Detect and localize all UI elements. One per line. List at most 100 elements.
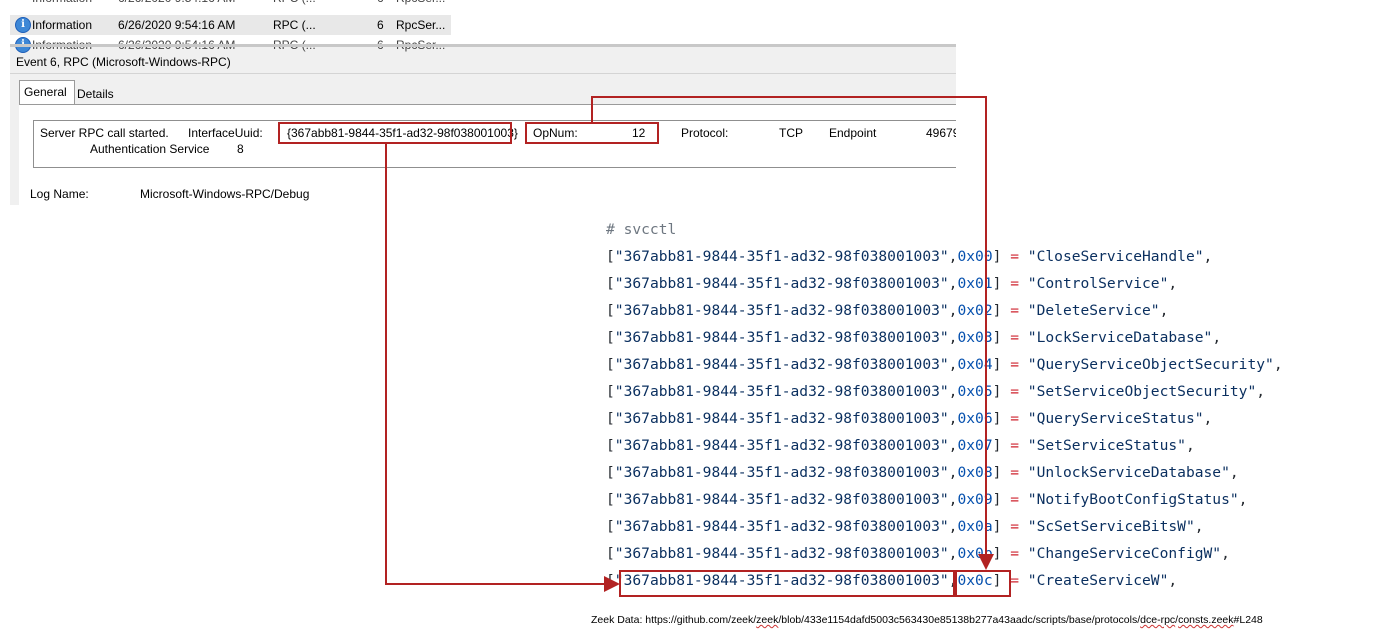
code-punctuation: ,: [1194, 518, 1204, 535]
code-line: ["367abb81-9844-35f1-ad32-98f038001003",…: [606, 491, 1247, 508]
uuid-arrow: [385, 144, 620, 592]
uuid-string: "367abb81-9844-35f1-ad32-98f038001003": [614, 356, 949, 373]
event-row-selected[interactable]: i Information 6/26/2020 9:54:16 AM RPC (…: [10, 15, 956, 35]
code-punctuation: [: [606, 518, 615, 535]
protocol-label: Protocol:: [681, 126, 729, 140]
code-punctuation: =: [1010, 383, 1019, 400]
footer-u3: consts.zeek: [1178, 614, 1234, 626]
uuid-string: "367abb81-9844-35f1-ad32-98f038001003": [614, 410, 949, 427]
code-punctuation: ,: [1212, 329, 1222, 346]
function-name: "DeleteService": [1027, 302, 1160, 319]
function-name: "SetServiceStatus": [1027, 437, 1186, 454]
opnum-hex: 0x01: [957, 275, 993, 292]
footer-mid1: /blob/433e1154dafd5003c563430e85138b277a…: [778, 614, 1141, 626]
code-punctuation: [1019, 356, 1028, 373]
code-punctuation: [1019, 329, 1028, 346]
uuid-match-highlight: [619, 570, 955, 597]
code-punctuation: [1019, 491, 1028, 508]
code-punctuation: [1019, 464, 1028, 481]
event-viewer-window: Information 6/26/2020 9:54:16 AM RPC (..…: [10, 0, 956, 205]
code-punctuation: [: [606, 464, 615, 481]
code-line: ["367abb81-9844-35f1-ad32-98f038001003",…: [606, 302, 1168, 319]
code-punctuation: ]: [992, 545, 1011, 562]
code-punctuation: ]: [992, 302, 1011, 319]
code-punctuation: ]: [992, 275, 1011, 292]
code-punctuation: [1019, 572, 1028, 589]
footer-prefix: Zeek Data: https://github.com/zeek/: [591, 614, 757, 626]
code-punctuation: [1019, 545, 1028, 562]
code-punctuation: ]: [992, 464, 1011, 481]
code-punctuation: ]: [992, 329, 1011, 346]
function-name: "ScSetServiceBitsW": [1027, 518, 1195, 535]
code-punctuation: =: [1010, 410, 1019, 427]
uuid-string: "367abb81-9844-35f1-ad32-98f038001003": [614, 302, 949, 319]
source-footer: Zeek Data: https://github.com/zeek/zeek/…: [591, 614, 1263, 626]
event-source: RPC (...: [273, 0, 316, 8]
tab-general[interactable]: General: [19, 80, 75, 105]
opnum-hex: 0x0a: [957, 518, 993, 535]
code-punctuation: =: [1010, 248, 1019, 265]
code-punctuation: ,: [1256, 383, 1266, 400]
general-panel: Server RPC call started. InterfaceUuid: …: [19, 104, 956, 205]
code-punctuation: ,: [1185, 437, 1195, 454]
code-punctuation: =: [1010, 518, 1019, 535]
function-name: "UnlockServiceDatabase": [1027, 464, 1230, 481]
code-line: ["367abb81-9844-35f1-ad32-98f038001003",…: [606, 329, 1221, 346]
code-punctuation: ,: [1238, 491, 1248, 508]
code-punctuation: ]: [992, 383, 1011, 400]
auth-service-value: 8: [237, 142, 244, 156]
event-category: RpcSer...: [396, 18, 446, 32]
opnum-hex: 0x04: [957, 356, 993, 373]
uuid-string: "367abb81-9844-35f1-ad32-98f038001003": [614, 491, 949, 508]
code-punctuation: ,: [1221, 545, 1230, 562]
footer-u2: dce-rpc: [1140, 614, 1176, 626]
opnum-hex: 0x03: [957, 329, 993, 346]
code-punctuation: ]: [992, 518, 1011, 535]
endpoint-label: Endpoint: [829, 126, 877, 140]
opnum-hex: 0x06: [957, 410, 993, 427]
code-punctuation: [: [606, 302, 615, 319]
opnum-hex: 0x0b: [957, 545, 993, 562]
code-punctuation: ,: [1203, 410, 1213, 427]
code-punctuation: [1019, 383, 1028, 400]
code-line: ["367abb81-9844-35f1-ad32-98f038001003",…: [606, 410, 1212, 427]
code-punctuation: [: [606, 491, 615, 508]
code-punctuation: [: [606, 437, 615, 454]
code-punctuation: =: [1010, 464, 1019, 481]
code-line: ["367abb81-9844-35f1-ad32-98f038001003",…: [606, 464, 1239, 481]
function-name: "QueryServiceStatus": [1027, 410, 1204, 427]
code-punctuation: =: [1010, 491, 1019, 508]
code-comment: # svcctl: [606, 221, 677, 238]
function-name: "ControlService": [1027, 275, 1169, 292]
pane-splitter[interactable]: [10, 44, 956, 47]
code-line: ["367abb81-9844-35f1-ad32-98f038001003",…: [606, 356, 1283, 373]
code-punctuation: [1019, 518, 1028, 535]
code-punctuation: ,: [1168, 572, 1178, 589]
code-punctuation: =: [1010, 356, 1019, 373]
code-punctuation: [: [606, 248, 615, 265]
code-punctuation: =: [1010, 275, 1019, 292]
code-line: ["367abb81-9844-35f1-ad32-98f038001003",…: [606, 437, 1195, 454]
opnum-hex: 0x07: [957, 437, 993, 454]
event-id: 6: [377, 0, 384, 8]
code-punctuation: ]: [992, 248, 1011, 265]
event-category: RpcSer...: [396, 0, 445, 8]
log-name-value: Microsoft-Windows-RPC/Debug: [140, 187, 310, 201]
code-punctuation: =: [1010, 302, 1019, 319]
event-row[interactable]: Information 6/26/2020 9:54:16 AM RPC (..…: [10, 0, 956, 8]
code-punctuation: ]: [992, 410, 1011, 427]
code-punctuation: [: [606, 383, 615, 400]
code-punctuation: [: [606, 356, 615, 373]
code-punctuation: =: [1010, 572, 1019, 589]
function-name: "ChangeServiceConfigW": [1027, 545, 1222, 562]
auth-service-label: Authentication Service: [90, 142, 210, 156]
tab-details[interactable]: Details: [73, 83, 118, 105]
opnum-hex: 0x08: [957, 464, 993, 481]
uuid-string: "367abb81-9844-35f1-ad32-98f038001003": [614, 248, 949, 265]
log-name-label: Log Name:: [30, 187, 89, 201]
interface-uuid-highlight: [278, 122, 512, 144]
code-punctuation: ,: [1203, 248, 1213, 265]
uuid-string: "367abb81-9844-35f1-ad32-98f038001003": [614, 383, 949, 400]
function-name: "QueryServiceObjectSecurity": [1027, 356, 1274, 373]
function-name: "NotifyBootConfigStatus": [1027, 491, 1239, 508]
